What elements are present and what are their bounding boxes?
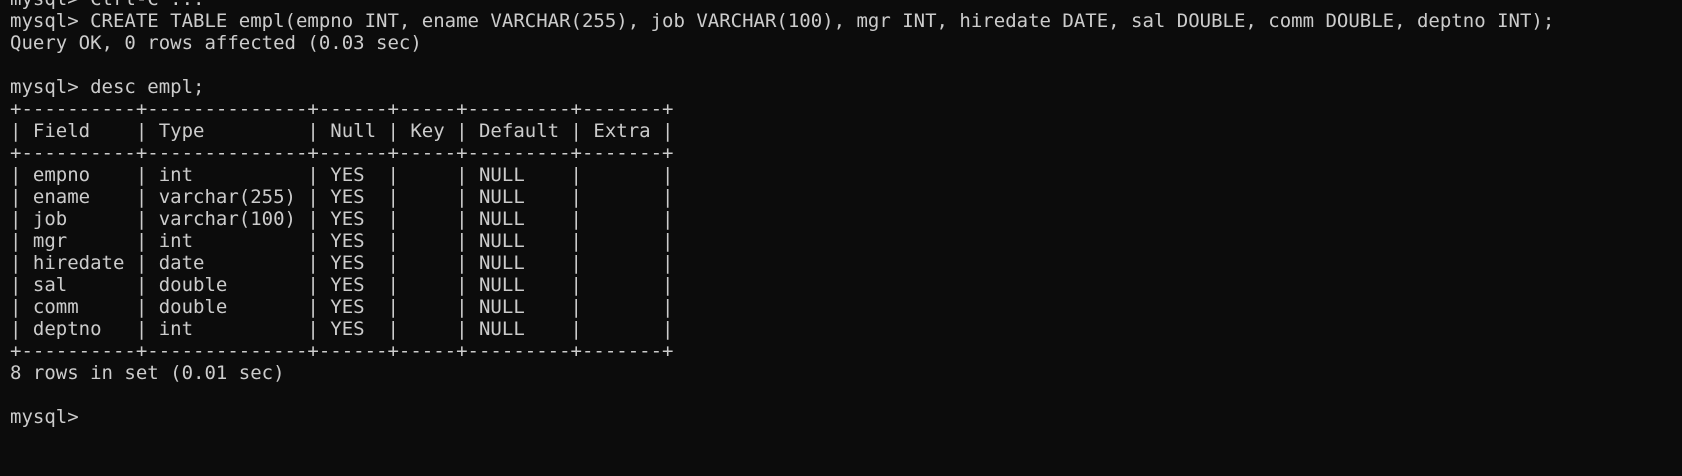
table-header-separator: +----------+--------------+------+-----+… <box>10 142 674 164</box>
table-row: | comm | double | YES | | NULL | | <box>10 296 674 318</box>
table-header-row: | Field | Type | Null | Key | Default | … <box>10 120 674 142</box>
table-row: | empno | int | YES | | NULL | | <box>10 164 674 186</box>
table-row: | ename | varchar(255) | YES | | NULL | … <box>10 186 674 208</box>
table-border-bottom: +----------+--------------+------+-----+… <box>10 340 674 362</box>
table-row: | hiredate | date | YES | | NULL | | <box>10 252 674 274</box>
table-border-top: +----------+--------------+------+-----+… <box>10 98 674 120</box>
mysql-prompt: mysql> <box>10 406 91 428</box>
table-row: | job | varchar(100) | YES | | NULL | | <box>10 208 674 230</box>
text-cursor <box>90 406 100 426</box>
terminal-line-rows-in-set: 8 rows in set (0.01 sec) <box>10 362 285 384</box>
terminal-window[interactable]: mysql> Ctrl-C ... mysql> CREATE TABLE em… <box>0 0 1682 476</box>
terminal-line-current-prompt[interactable]: mysql> <box>10 405 100 429</box>
table-row: | deptno | int | YES | | NULL | | <box>10 318 674 340</box>
table-row: | sal | double | YES | | NULL | | <box>10 274 674 296</box>
terminal-line-create-table-command: mysql> CREATE TABLE empl(empno INT, enam… <box>10 10 1555 32</box>
table-row: | mgr | int | YES | | NULL | | <box>10 230 674 252</box>
terminal-line-query-ok: Query OK, 0 rows affected (0.03 sec) <box>10 32 422 54</box>
terminal-line-desc-command: mysql> desc empl; <box>10 76 205 98</box>
